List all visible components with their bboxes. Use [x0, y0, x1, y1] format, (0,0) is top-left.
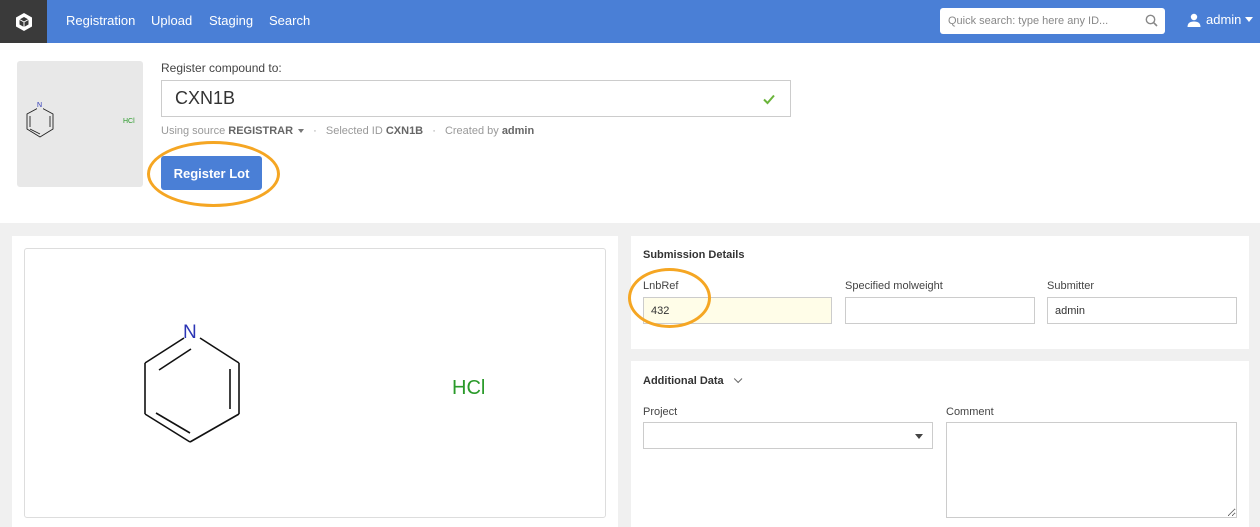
caret-down-icon — [1245, 17, 1254, 22]
nav-staging[interactable]: Staging — [209, 13, 253, 28]
quick-search-input[interactable] — [940, 8, 1165, 34]
molweight-input[interactable] — [845, 297, 1035, 324]
submitter-label: Submitter — [1047, 280, 1095, 292]
molweight-label: Specified molweight — [845, 280, 943, 292]
project-label: Project — [643, 406, 678, 418]
nitrogen-atom-label: N — [183, 322, 197, 343]
compound-id-input[interactable] — [162, 81, 790, 116]
user-menu[interactable]: admin — [1186, 12, 1254, 27]
selected-id-value: CXN1B — [385, 125, 424, 137]
created-by-value: admin — [501, 125, 535, 137]
comment-textarea[interactable] — [946, 422, 1237, 518]
project-select[interactable] — [643, 422, 933, 449]
search-icon[interactable] — [1144, 13, 1160, 29]
lnbref-input[interactable] — [643, 297, 832, 324]
compound-id-field[interactable] — [161, 80, 791, 117]
thumbnail-salt-label: HCl — [123, 118, 135, 125]
user-name: admin — [1206, 12, 1242, 27]
source-prefix: Using source — [161, 125, 226, 137]
pyridine-structure-drawing — [144, 337, 240, 443]
source-dropdown[interactable]: REGISTRAR — [228, 125, 293, 137]
additional-data-toggle[interactable]: Additional Data — [643, 374, 743, 387]
register-to-label: Register compound to: — [161, 61, 282, 75]
register-lot-button[interactable]: Register Lot — [161, 156, 262, 190]
submitter-input[interactable] — [1047, 297, 1237, 324]
structure-canvas[interactable]: N — [24, 248, 606, 518]
meta-separator: · — [432, 125, 436, 137]
selected-prefix: Selected ID — [325, 125, 383, 137]
caret-down-icon[interactable] — [298, 129, 305, 134]
registration-meta: Using source REGISTRAR · Selected ID CXN… — [161, 125, 534, 137]
meta-separator: · — [313, 125, 317, 137]
user-icon — [1187, 13, 1201, 27]
logo-icon[interactable] — [0, 0, 47, 43]
lnbref-label: LnbRef — [643, 280, 679, 292]
nav-search[interactable]: Search — [269, 13, 310, 28]
additional-data-title: Additional Data — [643, 375, 724, 387]
nav-upload[interactable]: Upload — [151, 13, 192, 28]
created-prefix: Created by — [444, 125, 499, 137]
thumbnail-atom-label: N — [37, 102, 43, 109]
comment-label: Comment — [946, 406, 994, 418]
salt-label: HCl — [452, 377, 486, 399]
structure-thumbnail[interactable]: N HCl — [17, 61, 143, 187]
caret-down-icon — [915, 434, 923, 439]
submission-details-title: Submission Details — [643, 249, 745, 261]
check-icon — [763, 94, 775, 105]
nav-registration[interactable]: Registration — [66, 13, 135, 28]
